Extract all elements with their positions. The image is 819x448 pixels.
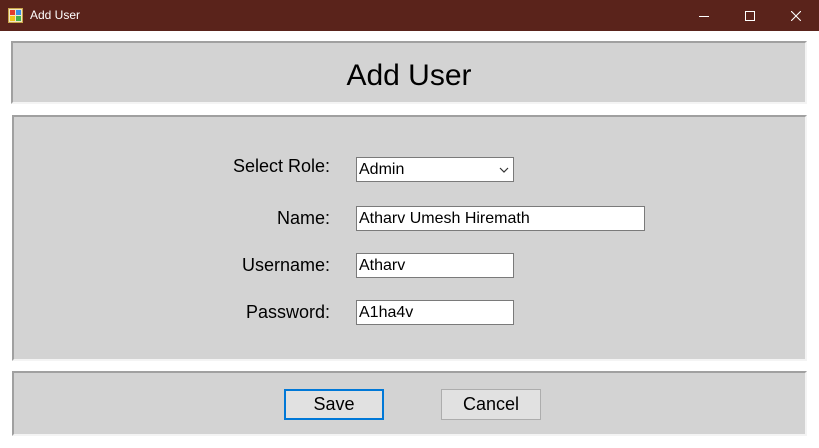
role-dropdown[interactable]: Admin [356,157,514,182]
select-role-label: Select Role: [232,156,330,176]
password-input[interactable]: A1ha4v [356,300,514,325]
cancel-button[interactable]: Cancel [441,389,541,420]
title-bar[interactable]: Add User [0,0,819,31]
role-dropdown-value: Admin [359,161,405,178]
window-title: Add User [30,8,81,22]
maximize-button[interactable] [727,0,773,31]
save-button[interactable]: Save [284,389,384,420]
close-button[interactable] [773,0,819,31]
app-window-icon [8,8,23,23]
actions-panel: Save Cancel [12,371,807,436]
username-input[interactable]: Atharv [356,253,514,278]
header-panel: Add User [11,41,807,104]
form-panel: Select Role: Admin Name: Atharv Umesh Hi… [12,115,807,361]
chevron-down-icon [499,167,509,173]
password-label: Password: [245,302,330,322]
page-title: Add User [346,59,472,92]
name-input[interactable]: Atharv Umesh Hiremath [356,206,645,231]
close-icon [791,10,801,21]
window-client-area: Add User Select Role: Admin Name: Atharv… [0,31,819,448]
minimize-icon [699,15,709,17]
maximize-icon [745,10,755,21]
username-label: Username: [241,255,330,275]
minimize-button[interactable] [681,0,727,31]
name-label: Name: [276,208,330,228]
